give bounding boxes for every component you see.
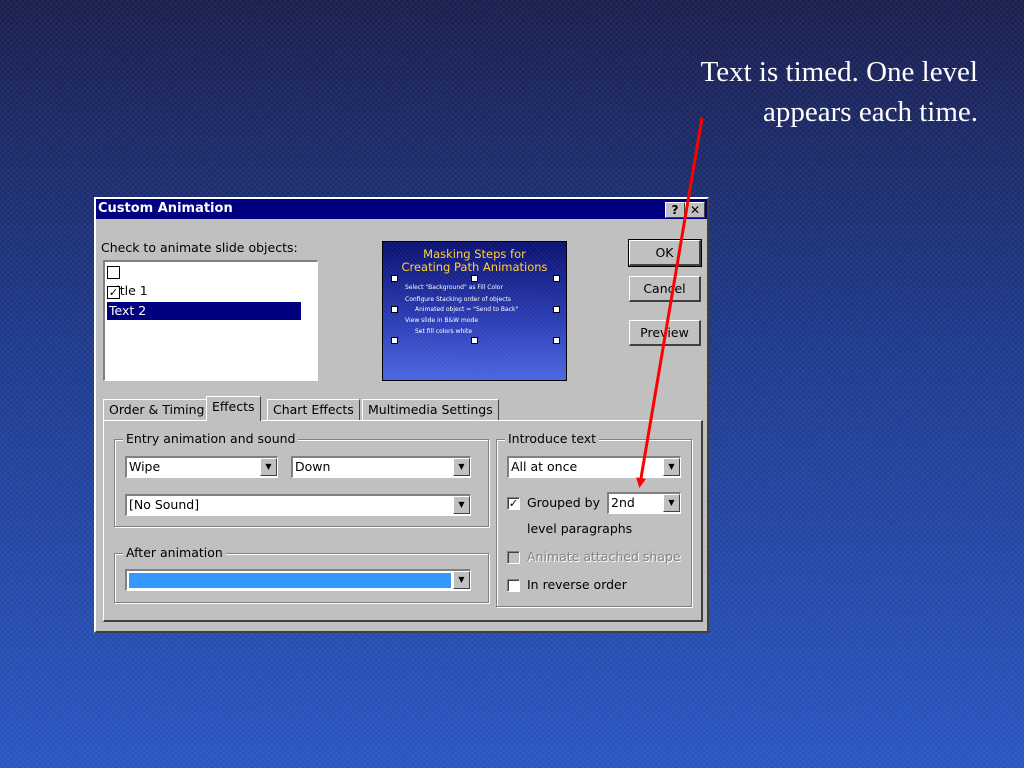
tab-multimedia-settings[interactable]: Multimedia Settings xyxy=(362,399,499,420)
selection-handle xyxy=(553,306,560,313)
dialog-title: Custom Animation xyxy=(98,201,233,216)
preview-title: Masking Steps for Creating Path Animatio… xyxy=(383,248,566,274)
preview-button[interactable]: Preview xyxy=(629,320,701,346)
reverse-order-check[interactable] xyxy=(507,579,520,592)
entry-direction-value: Down xyxy=(295,459,331,474)
sound-select[interactable]: [No Sound] ▼ xyxy=(125,494,471,516)
list-item-label: Text 2 xyxy=(107,301,301,320)
after-animation-group: After animation ▼ xyxy=(114,545,489,603)
custom-animation-dialog: Custom Animation ? ✕ Check to animate sl… xyxy=(94,197,709,633)
selection-handle xyxy=(471,337,478,344)
selection-handle xyxy=(391,275,398,282)
grouped-by-label: Grouped by xyxy=(527,495,600,510)
tab-effects[interactable]: Effects xyxy=(206,396,261,421)
checkbox-text-2[interactable]: ✓ xyxy=(107,286,120,299)
tab-order-timing[interactable]: Order & Timing xyxy=(103,399,211,420)
slide-preview: Masking Steps for Creating Path Animatio… xyxy=(382,241,567,381)
effects-panel: Entry animation and sound Wipe ▼ Down ▼ … xyxy=(103,420,703,622)
grouped-level-select[interactable]: 2nd ▼ xyxy=(607,492,681,514)
animate-attached-label: Animate attached shape xyxy=(527,549,681,564)
preview-line: Configure Stacking order of objects xyxy=(405,296,511,303)
chevron-down-icon[interactable]: ▼ xyxy=(260,458,277,476)
preview-title-line-2: Creating Path Animations xyxy=(401,260,548,274)
level-paragraphs-label: level paragraphs xyxy=(527,521,633,536)
entry-legend: Entry animation and sound xyxy=(123,431,299,446)
slide-caption: Text is timed. One level appears each ti… xyxy=(701,52,978,132)
dialog-titlebar: Custom Animation ? ✕ xyxy=(96,199,707,219)
selection-handle xyxy=(553,337,560,344)
entry-animation-group: Entry animation and sound Wipe ▼ Down ▼ … xyxy=(114,431,489,527)
chevron-down-icon[interactable]: ▼ xyxy=(453,571,470,589)
after-animation-select[interactable]: ▼ xyxy=(125,569,471,591)
animate-attached-check xyxy=(507,551,520,564)
grouped-by-checkbox[interactable]: ✓ Grouped by xyxy=(507,495,600,510)
grouped-by-check[interactable]: ✓ xyxy=(507,497,520,510)
sound-value: [No Sound] xyxy=(129,497,200,512)
slide-objects-list[interactable]: Title 1 ✓ Text 2 xyxy=(103,260,318,381)
after-color-swatch xyxy=(129,573,451,588)
help-button[interactable]: ? xyxy=(665,202,685,218)
chevron-down-icon[interactable]: ▼ xyxy=(453,458,470,476)
selection-handle xyxy=(391,337,398,344)
selection-handle xyxy=(553,275,560,282)
preview-line: View slide in B&W mode xyxy=(405,317,479,324)
checkbox-title-1[interactable] xyxy=(107,266,120,279)
grouped-level-value: 2nd xyxy=(611,495,635,510)
reverse-order-label: In reverse order xyxy=(527,577,627,592)
introduce-mode-select[interactable]: All at once ▼ xyxy=(507,456,681,478)
list-item[interactable]: ✓ Text 2 xyxy=(107,283,316,320)
introduce-legend: Introduce text xyxy=(505,431,600,446)
caption-line-1: Text is timed. One level xyxy=(700,56,978,88)
reverse-order-checkbox[interactable]: In reverse order xyxy=(507,577,627,592)
entry-direction-select[interactable]: Down ▼ xyxy=(291,456,471,478)
chevron-down-icon[interactable]: ▼ xyxy=(663,494,680,512)
introduce-text-group: Introduce text All at once ▼ ✓ Grouped by… xyxy=(496,431,692,607)
cancel-button[interactable]: Cancel xyxy=(629,276,701,302)
chevron-down-icon[interactable]: ▼ xyxy=(453,496,470,514)
ok-button[interactable]: OK xyxy=(628,239,702,267)
preview-line: Set fill colors white xyxy=(415,328,473,335)
chevron-down-icon[interactable]: ▼ xyxy=(663,458,680,476)
check-label: Check to animate slide objects: xyxy=(101,240,298,255)
selection-handle xyxy=(471,275,478,282)
close-button[interactable]: ✕ xyxy=(685,202,705,218)
preview-line: Select "Background" as Fill Color xyxy=(405,284,503,291)
selection-handle xyxy=(391,306,398,313)
introduce-mode-value: All at once xyxy=(511,459,578,474)
animate-attached-checkbox: Animate attached shape xyxy=(507,549,681,564)
after-legend: After animation xyxy=(123,545,226,560)
caption-line-2: appears each time. xyxy=(763,96,978,128)
list-item[interactable]: Title 1 xyxy=(107,263,316,298)
tab-chart-effects[interactable]: Chart Effects xyxy=(267,399,360,420)
entry-effect-value: Wipe xyxy=(129,459,161,474)
preview-line: Animated object = "Send to Back" xyxy=(415,306,519,313)
entry-effect-select[interactable]: Wipe ▼ xyxy=(125,456,278,478)
